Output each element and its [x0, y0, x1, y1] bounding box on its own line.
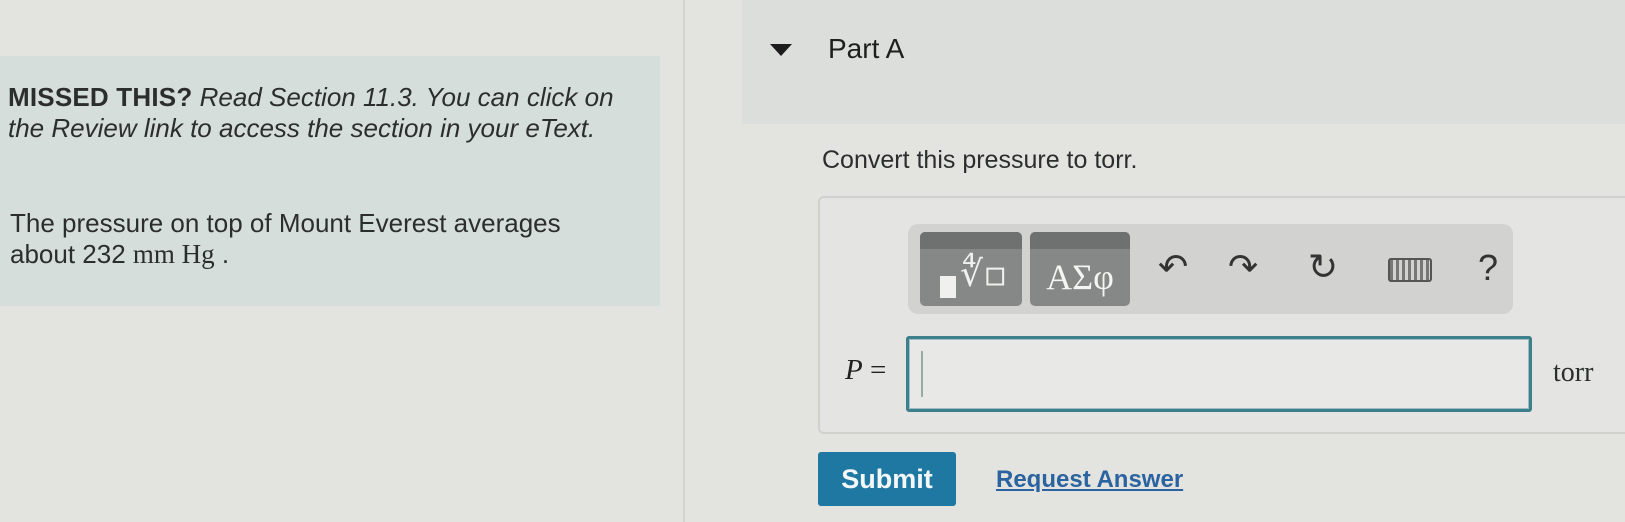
request-answer-link[interactable]: Request Answer: [996, 466, 1183, 494]
templates-radical-icon: [940, 276, 956, 298]
keyboard-icon[interactable]: [1388, 258, 1432, 282]
reset-icon[interactable]: ↻: [1308, 248, 1338, 288]
redo-icon[interactable]: ↷: [1228, 248, 1258, 288]
question-text: Convert this pressure to torr.: [822, 146, 1138, 174]
submit-button[interactable]: Submit: [818, 452, 956, 506]
problem-statement: The pressure on top of Mount Everest ave…: [10, 208, 610, 270]
templates-button[interactable]: ∜▫: [920, 232, 1022, 306]
button-strip: [1030, 232, 1130, 249]
missed-label: MISSED THIS?: [8, 82, 193, 112]
problem-text: The pressure on top of Mount Everest ave…: [10, 208, 561, 269]
math-toolbar: ∜▫ ΑΣφ ↶ ↷ ↻ ?: [908, 224, 1513, 314]
radical-icon: ∜▫: [960, 254, 1008, 295]
equals-sign: =: [862, 354, 887, 386]
answer-unit: torr: [1553, 357, 1594, 388]
answer-input[interactable]: [906, 336, 1532, 412]
greek-symbols-button[interactable]: ΑΣφ: [1030, 232, 1130, 306]
undo-icon[interactable]: ↶: [1158, 248, 1188, 288]
problem-end: .: [221, 239, 230, 269]
variable-symbol: P: [845, 354, 863, 386]
button-strip: [920, 232, 1022, 249]
part-title[interactable]: Part A: [828, 33, 904, 65]
problem-unit: mm Hg: [132, 239, 215, 269]
column-divider: [683, 0, 685, 522]
collapse-caret-icon[interactable]: [770, 44, 792, 56]
text-cursor: [921, 351, 923, 397]
greek-label: ΑΣφ: [1046, 257, 1114, 297]
help-button[interactable]: ?: [1478, 248, 1498, 288]
hint-text: MISSED THIS? Read Section 11.3. You can …: [8, 82, 628, 144]
answer-variable-label: P =: [845, 354, 886, 387]
